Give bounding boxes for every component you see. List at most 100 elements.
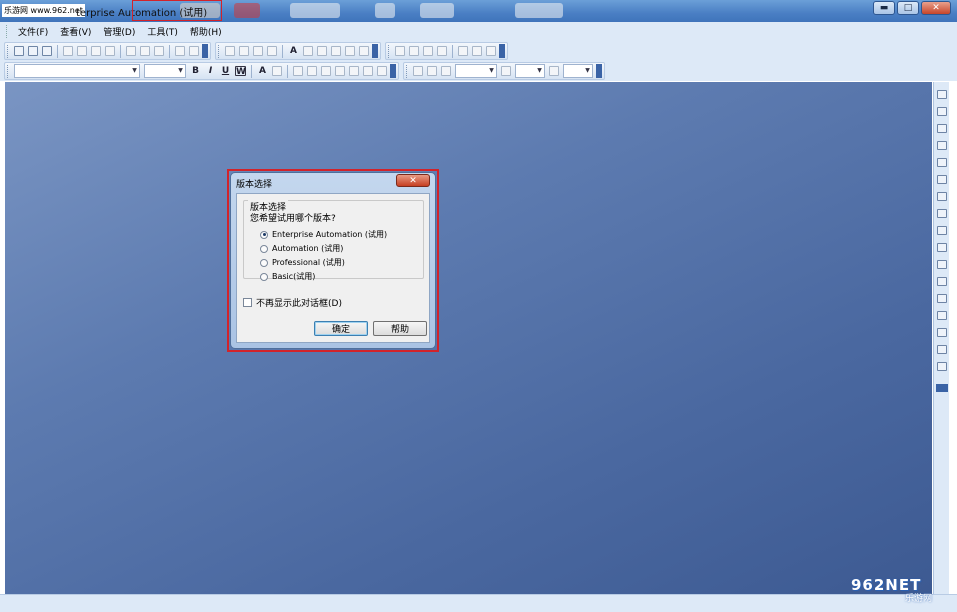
zoom-in-icon[interactable] <box>395 46 405 56</box>
toolbar-grip[interactable] <box>7 44 10 58</box>
print-preview-icon[interactable] <box>63 46 73 56</box>
shapes-icon[interactable] <box>317 46 327 56</box>
align-left-icon[interactable] <box>293 66 303 76</box>
toolbar-options-arrow[interactable] <box>372 44 378 58</box>
distribute-vertical-icon[interactable] <box>937 209 947 218</box>
rotate-icon[interactable] <box>937 345 947 354</box>
align-center-icon[interactable] <box>937 158 947 167</box>
zoom-fit-icon[interactable] <box>437 46 447 56</box>
text-cursor-icon[interactable] <box>253 46 263 56</box>
ok-button[interactable]: 确定 <box>314 321 368 336</box>
radio-automation[interactable]: Automation (试用) <box>260 243 343 254</box>
align-center-icon[interactable] <box>307 66 317 76</box>
line-ends-icon[interactable] <box>549 66 559 76</box>
same-height-icon[interactable] <box>937 243 947 252</box>
word-wrap-button[interactable]: W <box>235 66 246 77</box>
chevron-down-icon[interactable]: ▼ <box>487 65 496 77</box>
highlight-icon[interactable] <box>272 66 282 76</box>
toolbar-options-arrow[interactable] <box>390 64 396 78</box>
toolbar-grip[interactable] <box>218 44 221 58</box>
radio-button[interactable] <box>260 258 268 267</box>
close-button[interactable]: ✕ <box>921 1 951 15</box>
menu-manage[interactable]: 管理(D) <box>97 25 141 38</box>
dont-show-checkbox[interactable] <box>243 298 252 307</box>
pen-icon[interactable] <box>239 46 249 56</box>
menu-grip[interactable] <box>6 25 9 38</box>
print-setup-icon[interactable] <box>91 46 101 56</box>
toolbar-options-arrow[interactable] <box>202 44 208 58</box>
chevron-down-icon[interactable]: ▼ <box>535 65 544 77</box>
italic-button[interactable]: I <box>205 66 216 76</box>
cut-icon[interactable] <box>126 46 136 56</box>
toolbar-options-arrow[interactable] <box>936 384 948 392</box>
pointer-icon[interactable] <box>225 46 235 56</box>
grid-icon[interactable] <box>486 46 496 56</box>
stack-icon[interactable] <box>937 294 947 303</box>
toolbar-options-arrow[interactable] <box>596 64 602 78</box>
line-color-icon[interactable] <box>413 66 423 76</box>
menu-file[interactable]: 文件(F) <box>12 25 54 38</box>
toolbar-grip[interactable] <box>388 44 391 58</box>
bold-button[interactable]: B <box>190 66 201 76</box>
align-icon[interactable] <box>359 46 369 56</box>
menu-view[interactable]: 查看(V) <box>54 25 97 38</box>
layout-icon[interactable] <box>458 46 468 56</box>
paste-icon[interactable] <box>154 46 164 56</box>
radio-enterprise-automation[interactable]: Enterprise Automation (试用) <box>260 229 387 240</box>
minimize-button[interactable]: ▬ <box>873 1 895 15</box>
same-width-icon[interactable] <box>937 226 947 235</box>
page-icon[interactable] <box>472 46 482 56</box>
chevron-down-icon[interactable]: ▼ <box>583 65 592 77</box>
dont-show-again-option[interactable]: 不再显示此对话框(D) <box>243 296 342 309</box>
line-pattern-icon[interactable] <box>501 66 511 76</box>
spacing-icon[interactable] <box>937 277 947 286</box>
radio-basic[interactable]: Basic(试用) <box>260 271 315 282</box>
distribute-horizontal-icon[interactable] <box>937 192 947 201</box>
line-pattern-select[interactable]: ▼ <box>515 64 545 78</box>
print-icon[interactable] <box>77 46 87 56</box>
align-bottom-icon[interactable] <box>937 124 947 133</box>
zoom-window-icon[interactable] <box>423 46 433 56</box>
toolbar-grip[interactable] <box>7 64 10 78</box>
bring-forward-icon[interactable] <box>937 311 947 320</box>
workspace-canvas[interactable] <box>5 82 932 594</box>
new-file-icon[interactable] <box>14 46 24 56</box>
chevron-down-icon[interactable]: ▼ <box>130 65 139 77</box>
font-color-button[interactable]: A <box>257 66 268 76</box>
align-right-icon[interactable] <box>937 175 947 184</box>
save-icon[interactable] <box>42 46 52 56</box>
text-rotate-icon[interactable] <box>377 66 387 76</box>
align-middle-icon[interactable] <box>937 107 947 116</box>
text-direction-icon[interactable] <box>363 66 373 76</box>
align-right-icon[interactable] <box>321 66 331 76</box>
line-weight-icon[interactable] <box>441 66 451 76</box>
text-tool-icon[interactable]: A <box>288 46 299 56</box>
dialog-close-button[interactable]: ✕ <box>396 174 430 187</box>
line-weight-select[interactable]: ▼ <box>455 64 497 78</box>
radio-professional[interactable]: Professional (试用) <box>260 257 345 268</box>
distribute-icon[interactable] <box>349 66 359 76</box>
send-backward-icon[interactable] <box>937 328 947 337</box>
undo-icon[interactable] <box>175 46 185 56</box>
table-icon[interactable] <box>267 46 277 56</box>
line-ends-select[interactable]: ▼ <box>563 64 593 78</box>
group-icon[interactable] <box>345 46 355 56</box>
font-name-select[interactable]: ▼ <box>14 64 140 78</box>
line-icon[interactable] <box>303 46 313 56</box>
fill-color-icon[interactable] <box>427 66 437 76</box>
underline-button[interactable]: U <box>220 66 231 76</box>
menu-help[interactable]: 帮助(H) <box>184 25 228 38</box>
same-size-icon[interactable] <box>937 260 947 269</box>
flip-icon[interactable] <box>937 362 947 371</box>
align-top-icon[interactable] <box>937 90 947 99</box>
font-size-select[interactable]: ▼ <box>144 64 186 78</box>
redo-icon[interactable] <box>189 46 199 56</box>
connector-icon[interactable] <box>331 46 341 56</box>
toolbar-options-arrow[interactable] <box>499 44 505 58</box>
chevron-down-icon[interactable]: ▼ <box>176 65 185 77</box>
maximize-button[interactable]: □ <box>897 1 919 15</box>
help-button[interactable]: 帮助 <box>373 321 427 336</box>
toolbar-grip[interactable] <box>406 64 409 78</box>
spell-check-icon[interactable] <box>105 46 115 56</box>
align-left-icon[interactable] <box>937 141 947 150</box>
